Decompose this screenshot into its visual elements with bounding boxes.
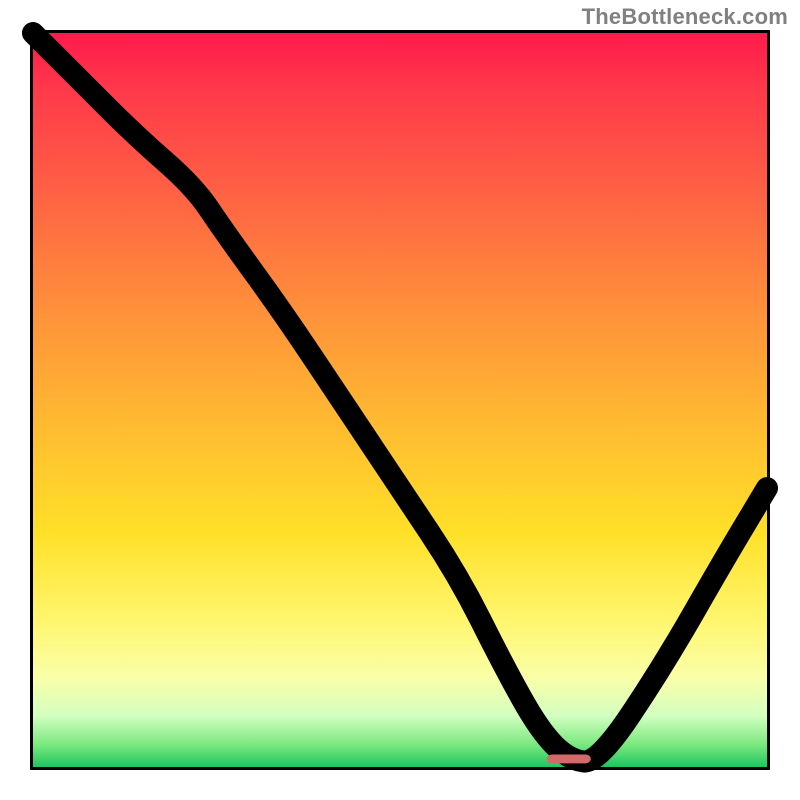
plot-area xyxy=(30,30,770,770)
optimum-marker xyxy=(547,755,591,764)
chart-container: TheBottleneck.com xyxy=(0,0,800,800)
watermark-text: TheBottleneck.com xyxy=(582,4,788,30)
bottleneck-curve xyxy=(33,33,767,762)
chart-svg xyxy=(33,33,767,767)
